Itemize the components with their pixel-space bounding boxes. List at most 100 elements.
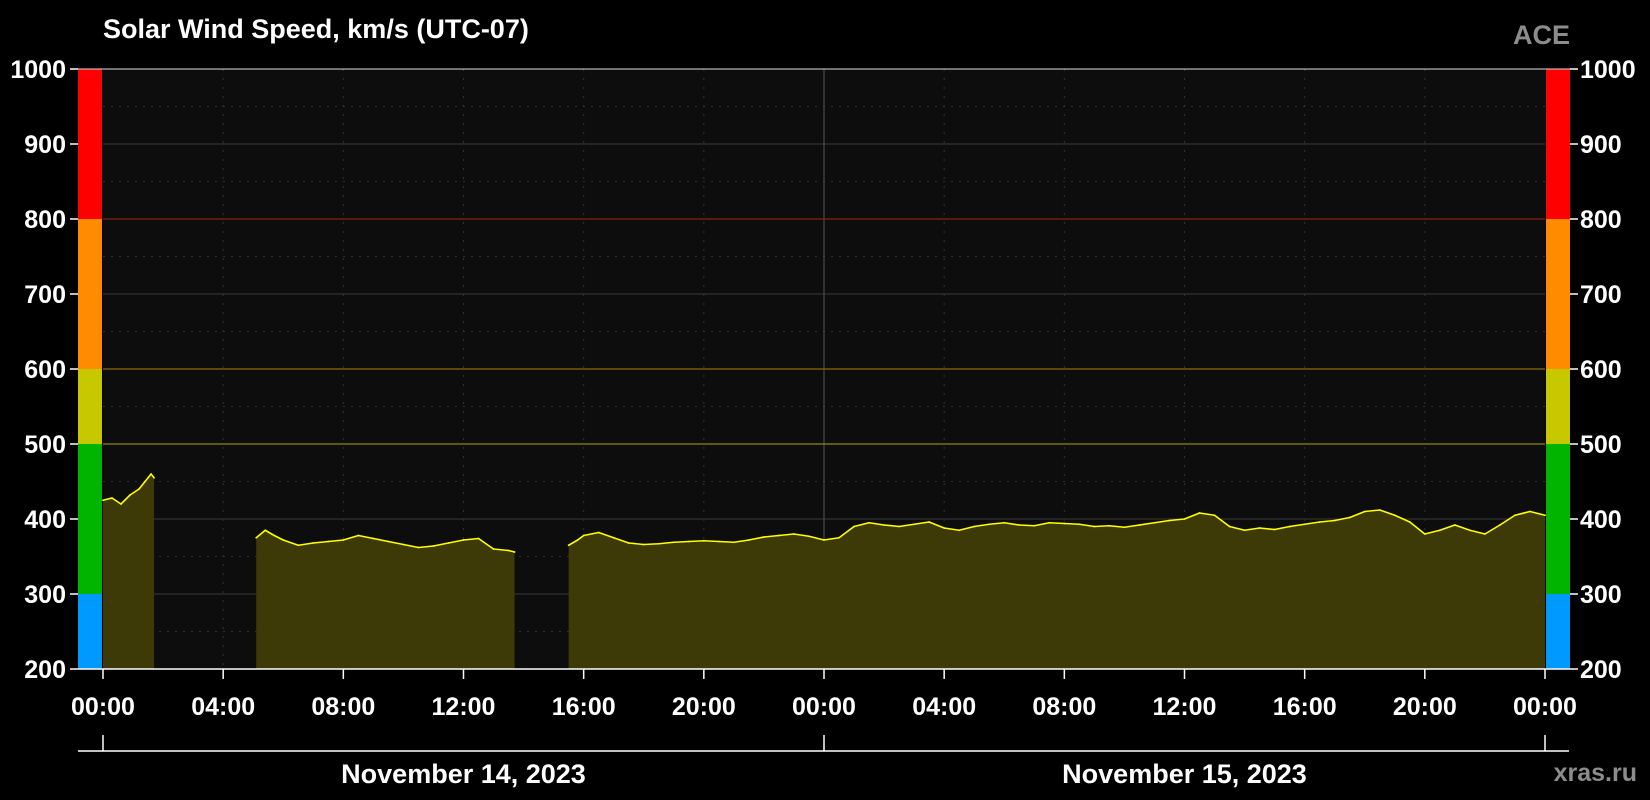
speed-point <box>687 540 690 543</box>
band-left-500-600 <box>78 369 102 444</box>
speed-point <box>372 537 375 540</box>
y-tick-label-left: 800 <box>24 206 66 234</box>
speed-point <box>387 540 390 543</box>
speed-point <box>1258 527 1261 529</box>
solar-wind-speed-chart: Solar Wind Speed, km/s (UTC-07) ACE 200 3… <box>0 0 1650 800</box>
chart-title: Solar Wind Speed, km/s (UTC-07) <box>103 14 529 44</box>
speed-point <box>958 529 961 532</box>
speed-point <box>838 536 840 539</box>
speed-point <box>1514 514 1516 517</box>
date-label: November 15, 2023 <box>1062 759 1307 789</box>
speed-point <box>417 546 420 549</box>
date-label: November 14, 2023 <box>341 759 586 789</box>
x-tick-label: 08:00 <box>1032 693 1096 721</box>
y-tick-label-left: 1000 <box>10 56 66 84</box>
speed-point <box>898 525 901 528</box>
speed-point <box>943 527 946 529</box>
y-tick-label-left: 900 <box>24 131 66 159</box>
speed-point <box>138 488 140 490</box>
band-right-600-800 <box>1546 219 1570 369</box>
speed-point <box>657 542 660 545</box>
speed-point <box>913 523 916 526</box>
speed-point <box>1529 510 1531 513</box>
x-tick-label: 00:00 <box>792 693 856 721</box>
y-tick-label-left: 700 <box>24 281 66 309</box>
speed-point <box>642 543 645 546</box>
speed-point <box>1063 522 1066 525</box>
y-tick-label-left: 400 <box>24 506 66 534</box>
speed-point <box>507 549 510 552</box>
band-right-200-300 <box>1546 594 1570 669</box>
speed-point <box>1078 523 1081 526</box>
y-tick-label-right: 500 <box>1580 431 1622 459</box>
speed-point <box>144 480 146 483</box>
speed-point <box>255 536 258 539</box>
speed-point <box>853 525 855 528</box>
speed-point <box>102 499 104 502</box>
speed-point <box>120 503 122 505</box>
speed-point <box>763 536 765 538</box>
x-tick-label: 12:00 <box>432 693 496 721</box>
speed-point <box>282 539 285 541</box>
speed-point <box>1288 525 1291 528</box>
speed-point <box>297 544 300 547</box>
y-tick-label-right: 200 <box>1580 656 1622 684</box>
speed-point <box>1033 524 1036 527</box>
speed-point <box>1423 533 1426 535</box>
speed-point <box>808 535 810 538</box>
speed-point <box>973 525 976 528</box>
speed-point <box>1393 514 1396 517</box>
x-tick-label: 20:00 <box>1393 693 1457 721</box>
speed-point <box>1333 519 1336 522</box>
speed-point <box>793 533 795 535</box>
x-tick-label: 00:00 <box>71 693 135 721</box>
band-left-600-800 <box>78 219 102 369</box>
speed-point <box>327 540 330 543</box>
speed-point <box>273 534 276 537</box>
speed-point <box>1544 514 1546 517</box>
speed-point <box>402 543 405 546</box>
speed-point <box>1048 521 1051 524</box>
speed-point <box>1108 524 1111 527</box>
speed-point <box>1138 524 1141 526</box>
speed-point <box>928 521 931 523</box>
speed-point <box>988 523 991 526</box>
speed-point <box>150 473 152 475</box>
speed-point <box>1468 529 1471 532</box>
speed-point <box>823 539 825 541</box>
y-tick-label-left: 500 <box>24 431 66 459</box>
speed-point <box>1499 524 1501 526</box>
speed-point <box>1168 519 1171 522</box>
speed-point <box>597 531 600 534</box>
speed-point <box>342 539 345 541</box>
speed-point <box>129 494 131 496</box>
band-left-800-1000 <box>78 69 102 219</box>
speed-point <box>1273 528 1276 531</box>
y-tick-label-left: 600 <box>24 356 66 384</box>
speed-point <box>1123 526 1126 529</box>
x-tick-label: 08:00 <box>311 693 375 721</box>
speed-point <box>264 529 267 532</box>
speed-point <box>432 545 435 547</box>
speed-point <box>672 541 675 544</box>
speed-point <box>462 539 465 541</box>
speed-point <box>1093 525 1096 528</box>
speed-area-segment-1 <box>103 474 155 669</box>
speed-point <box>1453 524 1456 526</box>
x-tick-label: 12:00 <box>1153 693 1217 721</box>
source-label: ACE <box>1513 20 1570 50</box>
speed-point <box>111 497 113 499</box>
speed-point <box>702 539 705 542</box>
y-tick-label-left: 200 <box>24 656 66 684</box>
x-tick-label: 00:00 <box>1513 693 1577 721</box>
x-tick-label: 04:00 <box>191 693 255 721</box>
threshold-bands-left <box>78 69 102 669</box>
speed-point <box>1484 533 1486 535</box>
y-tick-label-right: 600 <box>1580 356 1622 384</box>
credit-label: xras.ru <box>1554 759 1637 787</box>
speed-point <box>1003 521 1006 524</box>
speed-point <box>1303 523 1306 526</box>
speed-point <box>1213 514 1216 517</box>
speed-point <box>717 540 720 543</box>
speed-point <box>1153 521 1156 524</box>
